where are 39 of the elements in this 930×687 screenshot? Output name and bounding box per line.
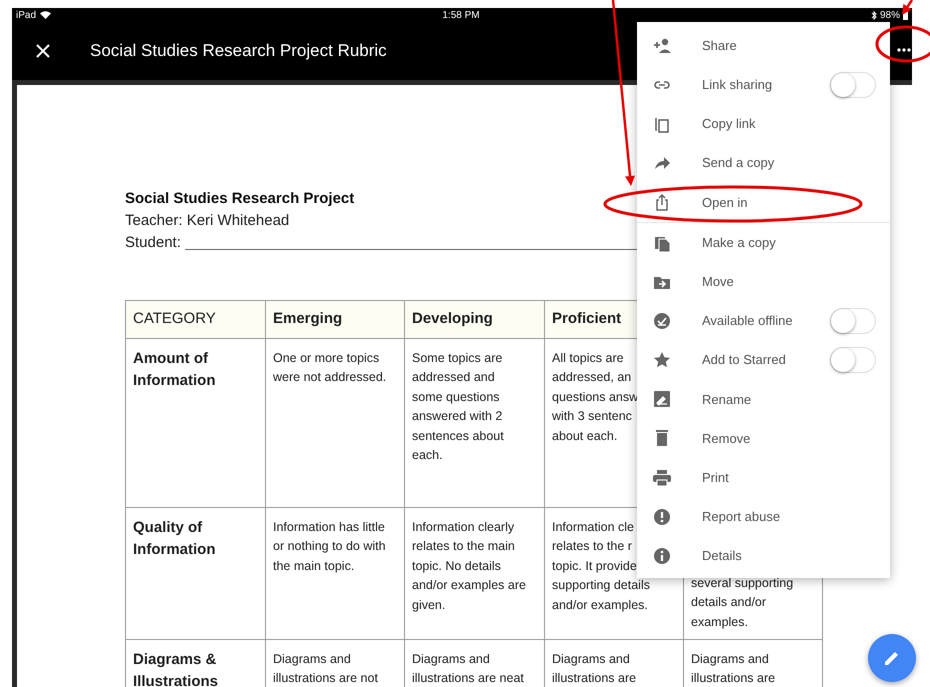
check-circle-icon <box>652 310 672 331</box>
info-icon <box>652 546 672 566</box>
annotation-arrow <box>902 0 914 15</box>
wifi-icon <box>40 11 52 19</box>
document-title: Social Studies Research Project Rubric <box>90 40 387 62</box>
menu-item[interactable]: Copy link <box>637 104 890 144</box>
column-header: Developing <box>404 300 544 338</box>
alert-icon <box>652 506 672 527</box>
toggle-switch[interactable] <box>830 308 876 334</box>
toggle-switch[interactable] <box>830 72 876 98</box>
category-cell: Quality of Information <box>126 508 266 640</box>
document-heading: Social Studies Research Project <box>125 189 354 209</box>
menu-item[interactable]: Share <box>637 26 890 66</box>
category-cell: Diagrams & Illustrations <box>126 640 266 687</box>
clock: 1:58 PM <box>442 8 480 22</box>
menu-item[interactable]: Send a copy <box>637 144 890 183</box>
more-icon <box>897 48 911 52</box>
pencil-icon <box>884 650 900 666</box>
menu-item[interactable]: Link sharing <box>637 65 890 104</box>
student-label: Student: <box>125 233 181 253</box>
table-cell: One or more topics were not addressed. <box>266 338 404 508</box>
bluetooth-icon <box>870 10 877 20</box>
close-icon <box>36 44 50 58</box>
device-name: iPad <box>16 8 36 22</box>
battery-level: 98% <box>880 8 900 22</box>
teacher-line: Teacher: Keri Whitehead <box>125 211 290 231</box>
category-cell: Amount of Information <box>126 338 266 508</box>
table-cell: Information has little or nothing to do with the main topic. <box>266 508 404 640</box>
table-cell: Information clearly relates to the main topic. No details and/or examples are given. <box>404 508 544 640</box>
column-header: CATEGORY <box>126 300 266 338</box>
printer-icon <box>652 468 672 488</box>
menu-item[interactable]: Move <box>637 262 890 302</box>
menu-item[interactable]: Open in <box>637 182 890 222</box>
pencil-square-icon <box>652 389 672 410</box>
toggle-switch[interactable] <box>830 347 876 374</box>
close-button[interactable] <box>35 43 51 59</box>
table-cell: Some topics are addressed and some questions answered with 2 sentences about each. <box>404 338 544 508</box>
column-header: Emerging <box>266 300 404 338</box>
menu-item[interactable]: Make a copy <box>637 222 890 262</box>
